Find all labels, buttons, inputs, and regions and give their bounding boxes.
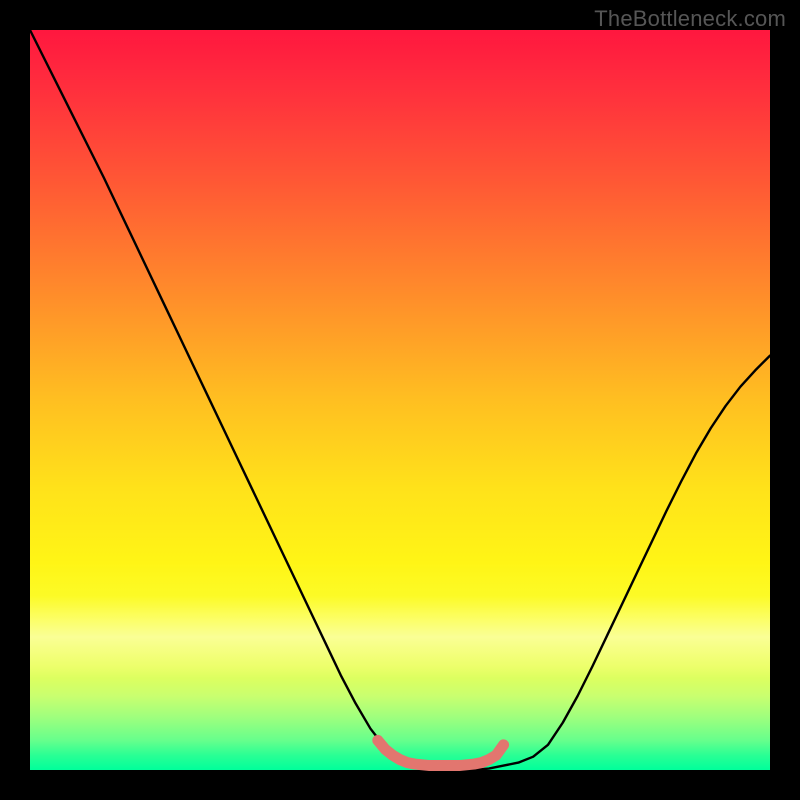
- curve-layer: [30, 30, 770, 770]
- highlight-bump: [378, 740, 504, 765]
- chart-root: TheBottleneck.com: [0, 0, 800, 800]
- watermark-label: TheBottleneck.com: [594, 6, 786, 32]
- plot-area: [30, 30, 770, 770]
- main-curve: [30, 30, 770, 770]
